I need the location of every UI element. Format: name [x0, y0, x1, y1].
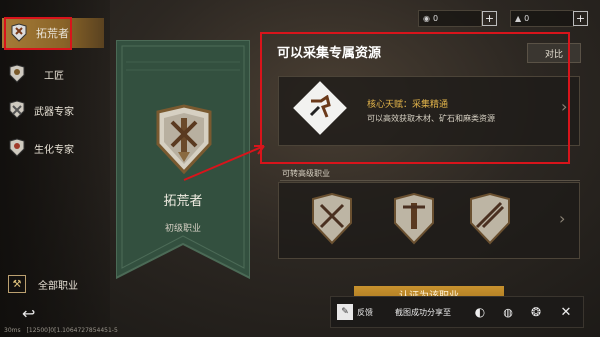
ping-text: 30ms: [4, 327, 21, 334]
add-stone-button[interactable]: +: [573, 11, 588, 26]
weibo-icon[interactable]: ◐: [471, 303, 489, 321]
share-bar: ✎ 反馈 截图成功分享至 ◐ ◍ ❂ ✕: [330, 296, 584, 328]
all-jobs-label: 全部职业: [38, 280, 78, 292]
back-icon: ↩: [22, 304, 36, 323]
feedback-icon: ✎: [337, 304, 353, 320]
ore-icon: ◉: [423, 14, 430, 23]
job-name: 拓荒者: [163, 194, 203, 209]
sidebar-item-label: 生化专家: [34, 144, 74, 156]
sidebar-item-biochem-expert[interactable]: 生化专家: [6, 134, 74, 162]
sidebar-item-label: 武器专家: [34, 106, 74, 118]
chevron-right-icon[interactable]: ›: [559, 209, 565, 228]
highlight-box-main: [260, 32, 570, 164]
advanced-jobs-panel: ›: [278, 182, 580, 259]
resource-value: 0: [524, 14, 530, 23]
debug-info: [12500]0[1.1064727854451-5: [26, 327, 118, 334]
moments-icon[interactable]: ❂: [527, 303, 545, 321]
close-icon[interactable]: ✕: [557, 303, 575, 321]
sidebar-item-weapon-expert[interactable]: 武器专家: [6, 96, 74, 124]
sidebar-item-label: 工匠: [44, 70, 64, 82]
game-screen: ◉ 0 + ▲ 0 + 拓荒者 工匠 武器专家 生化专家 ⚒ 全部职业 ↩ 30…: [0, 0, 600, 337]
advanced-job-3-icon[interactable]: [467, 192, 513, 249]
biochem-expert-icon: [6, 137, 28, 159]
resource-counter-stone: ▲ 0: [510, 10, 574, 27]
feedback-label: 反馈: [357, 307, 373, 317]
weapon-expert-icon: [6, 99, 28, 121]
status-bar: 30ms [12500]0[1.1064727854451-5: [4, 327, 118, 334]
all-jobs-button[interactable]: ⚒ 全部职业: [8, 270, 78, 298]
resource-value: 0: [432, 14, 439, 23]
craftsman-icon: [6, 63, 28, 85]
advanced-header: 可转高级职业: [282, 169, 330, 178]
feedback-button[interactable]: ✎ 反馈: [337, 301, 373, 323]
back-button[interactable]: ↩: [22, 305, 50, 323]
share-text: 截图成功分享至: [395, 308, 451, 317]
advanced-divider: [280, 180, 580, 181]
highlight-box-sidebar: [4, 17, 72, 50]
add-ore-button[interactable]: +: [482, 11, 497, 26]
resource-counter-ore: ◉ 0: [418, 10, 482, 27]
tools-icon: ⚒: [8, 275, 26, 293]
stone-icon: ▲: [515, 14, 522, 23]
advanced-job-1-icon[interactable]: [309, 192, 355, 249]
advanced-job-2-icon[interactable]: [391, 192, 437, 249]
sidebar-item-craftsman[interactable]: 工匠: [6, 60, 64, 88]
wechat-icon[interactable]: ◍: [499, 303, 517, 321]
job-tier: 初级职业: [164, 224, 201, 234]
